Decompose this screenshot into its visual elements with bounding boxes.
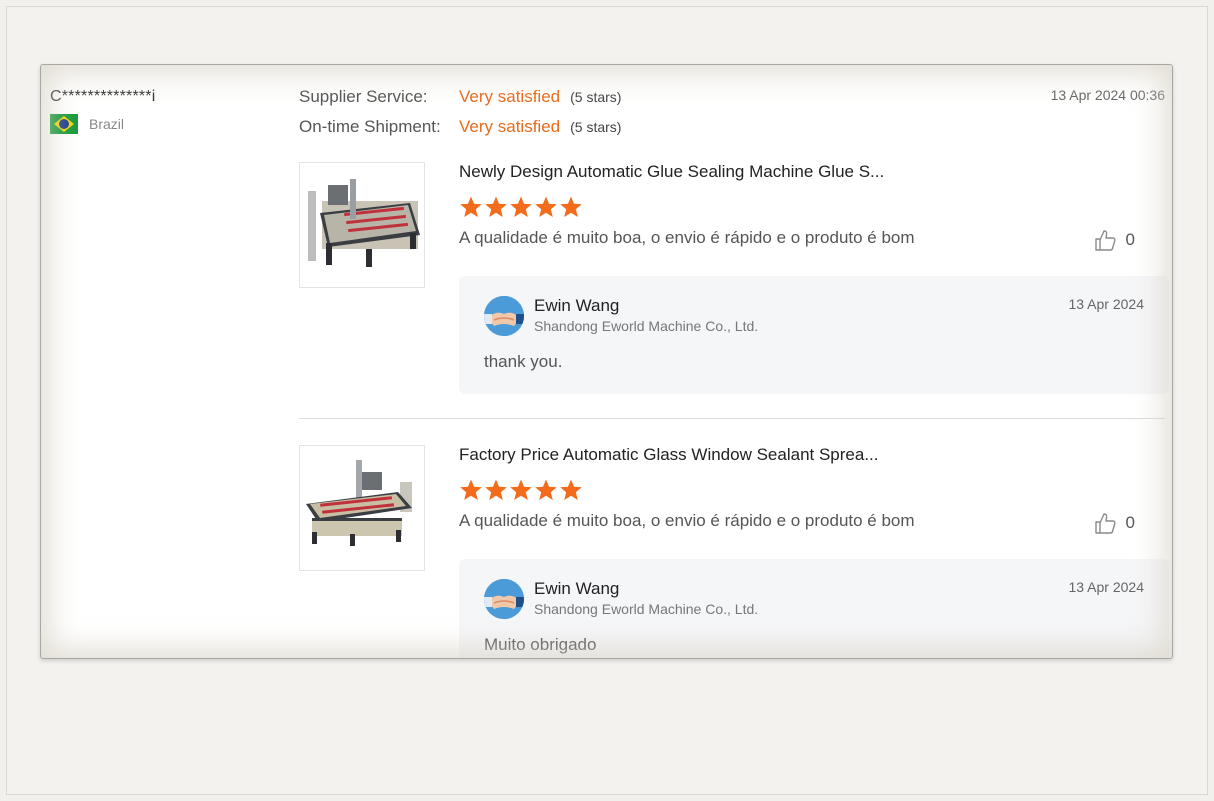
star-rating	[459, 478, 583, 502]
supplier-reply: Ewin Wang Shandong Eworld Machine Co., L…	[459, 559, 1169, 658]
reply-text: thank you.	[484, 352, 563, 371]
like-count: 0	[1125, 513, 1135, 532]
product-thumbnail[interactable]	[299, 445, 425, 571]
reply-date: 13 Apr 2024	[1068, 296, 1144, 312]
buyer-name: C**************i	[50, 88, 156, 105]
like-button[interactable]: 0	[1094, 228, 1135, 252]
like-count: 0	[1125, 230, 1135, 249]
review-text: A qualidade é muito boa, o envio é rápid…	[459, 511, 915, 530]
reply-date: 13 Apr 2024	[1068, 579, 1144, 595]
country-name: Brazil	[89, 116, 125, 132]
rating-stars-text: (5 stars)	[570, 89, 622, 105]
thumbs-up-icon	[1094, 230, 1116, 251]
reply-author: Ewin Wang	[534, 579, 620, 598]
buyer-country: Brazil	[50, 114, 155, 134]
product-title[interactable]: Newly Design Automatic Glue Sealing Mach…	[459, 162, 884, 182]
brazil-flag-icon	[50, 114, 78, 134]
star-icon	[460, 479, 482, 500]
review-divider	[299, 418, 1165, 419]
thumbs-up-icon	[1094, 513, 1116, 534]
star-icon	[560, 196, 582, 217]
review-text: A qualidade é muito boa, o envio é rápid…	[459, 228, 915, 247]
review-card: C**************i Brazil Supplier Service…	[40, 64, 1173, 659]
rating-value: Very satisfied	[459, 87, 561, 106]
star-icon	[560, 479, 582, 500]
product-title[interactable]: Factory Price Automatic Glass Window Sea…	[459, 445, 879, 465]
rating-label: On-time Shipment:	[299, 117, 441, 136]
star-icon	[510, 196, 532, 217]
star-icon	[535, 479, 557, 500]
star-icon	[460, 196, 482, 217]
rating-stars-text: (5 stars)	[570, 119, 622, 135]
rating-value: Very satisfied	[459, 117, 561, 136]
star-rating	[459, 195, 583, 219]
reply-company: Shandong Eworld Machine Co., Ltd.	[534, 601, 759, 617]
rating-ontime-shipment: On-time Shipment: Very satisfied (5 star…	[299, 117, 621, 147]
review-date: 13 Apr 2024 00:36	[1050, 87, 1165, 103]
handshake-avatar-icon	[484, 579, 524, 619]
star-icon	[485, 196, 507, 217]
buyer-info: C**************i Brazil	[50, 88, 155, 134]
star-icon	[485, 479, 507, 500]
ratings-summary: Supplier Service: Very satisfied (5 star…	[299, 87, 621, 147]
reply-text: Muito obrigado	[484, 635, 597, 654]
star-icon	[535, 196, 557, 217]
handshake-avatar-icon	[484, 296, 524, 336]
like-button[interactable]: 0	[1094, 511, 1135, 535]
supplier-reply: Ewin Wang Shandong Eworld Machine Co., L…	[459, 276, 1169, 394]
reply-author: Ewin Wang	[534, 296, 620, 315]
reply-company: Shandong Eworld Machine Co., Ltd.	[534, 318, 759, 334]
rating-supplier-service: Supplier Service: Very satisfied (5 star…	[299, 87, 621, 117]
star-icon	[510, 479, 532, 500]
product-thumbnail[interactable]	[299, 162, 425, 288]
rating-label: Supplier Service:	[299, 87, 428, 106]
